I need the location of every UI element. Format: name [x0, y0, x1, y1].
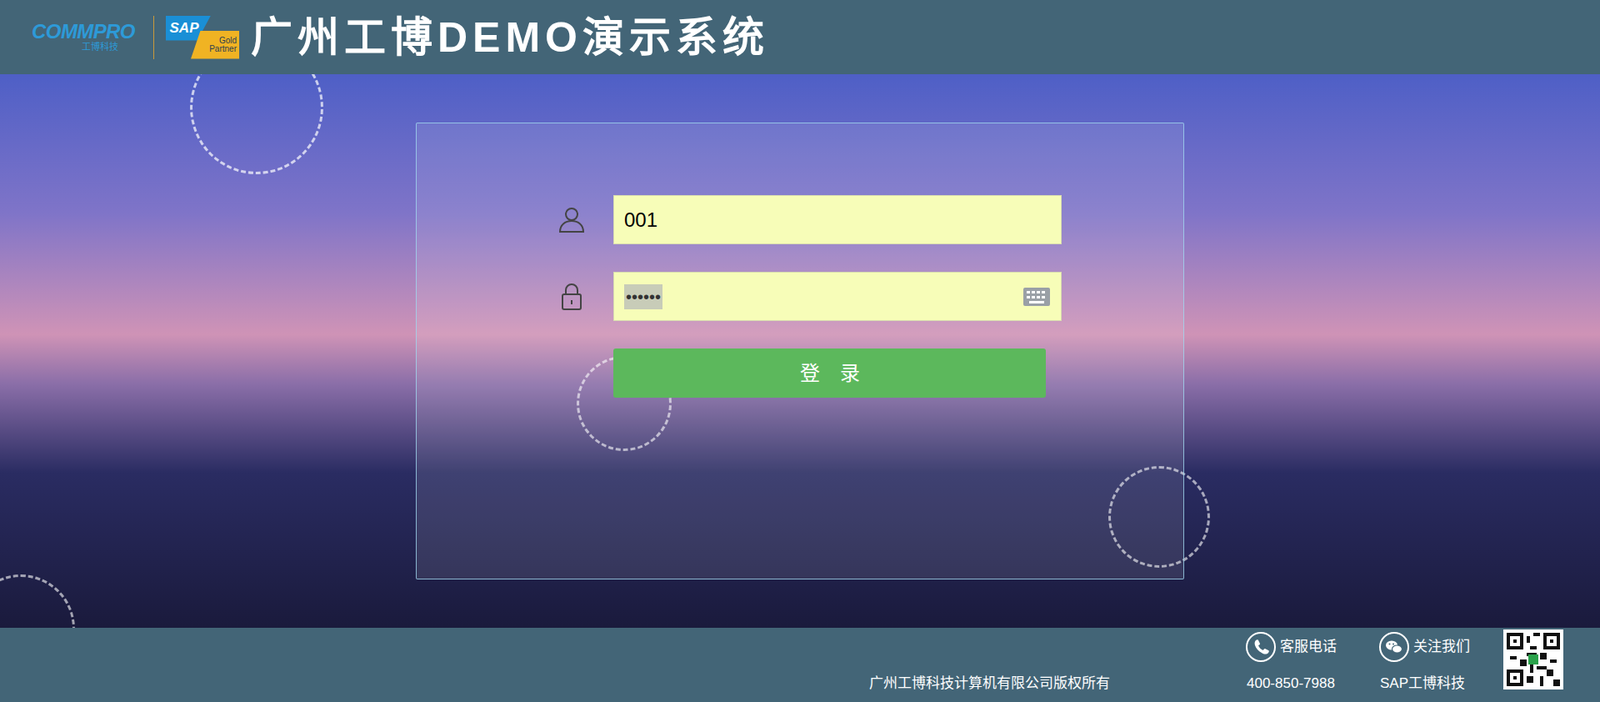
contact-item: 客服电话 400-850-7988	[1245, 630, 1337, 702]
contact-label-row: 关注我们	[1378, 630, 1470, 663]
contact-label-row: 客服电话	[1245, 630, 1337, 663]
decor-circle	[190, 74, 324, 175]
contact-item: 关注我们 SAP工博科技	[1378, 630, 1470, 702]
copyright: 广州工博科技计算机有限公司版权所有	[869, 672, 1110, 695]
commpro-logo: COMMPRO 工博科技	[25, 21, 142, 54]
login-panel: •••••• 登 录	[415, 122, 1185, 580]
logo-brand: COMMPRO	[31, 21, 135, 42]
footer: 广州工博科技计算机有限公司版权所有 客服电话 400-850-7988 关注我们 SA…	[0, 627, 1600, 702]
contact-label: 关注我们	[1413, 635, 1470, 658]
username-row	[555, 195, 1184, 245]
qr-code[interactable]	[1503, 629, 1564, 690]
logo-subtitle: 工博科技	[48, 41, 119, 54]
password-value: ••••••	[624, 284, 663, 310]
keyboard-icon[interactable]	[1022, 286, 1051, 307]
password-row: ••••••	[555, 271, 1184, 321]
decor-circle	[0, 574, 75, 628]
lock-icon	[555, 280, 589, 314]
qr-code-icon	[1506, 632, 1560, 686]
logo-divider	[153, 15, 155, 60]
phone-icon	[1245, 630, 1277, 663]
contacts: 客服电话 400-850-7988 关注我们 SAP工博科技	[1245, 627, 1470, 702]
system-title: 广州工博DEMO演示系统	[250, 16, 770, 59]
sap-partner-logo: SAP Gold Partner	[165, 15, 240, 60]
top-bar: COMMPRO 工博科技 SAP Gold Partner 广州工博DEMO演示…	[0, 0, 1600, 75]
contact-label: 客服电话	[1280, 635, 1337, 658]
wechat-icon	[1378, 630, 1410, 663]
contact-value: SAP工博科技	[1378, 672, 1465, 695]
contact-value: 400-850-7988	[1245, 672, 1335, 695]
partner-text: Partner	[209, 45, 237, 54]
gold-text: Gold	[219, 36, 237, 45]
user-icon	[555, 203, 589, 237]
login-area: •••••• 登 录	[0, 74, 1600, 628]
username-input[interactable]	[613, 195, 1062, 245]
login-button[interactable]: 登 录	[613, 348, 1046, 398]
password-input[interactable]: ••••••	[613, 271, 1062, 321]
